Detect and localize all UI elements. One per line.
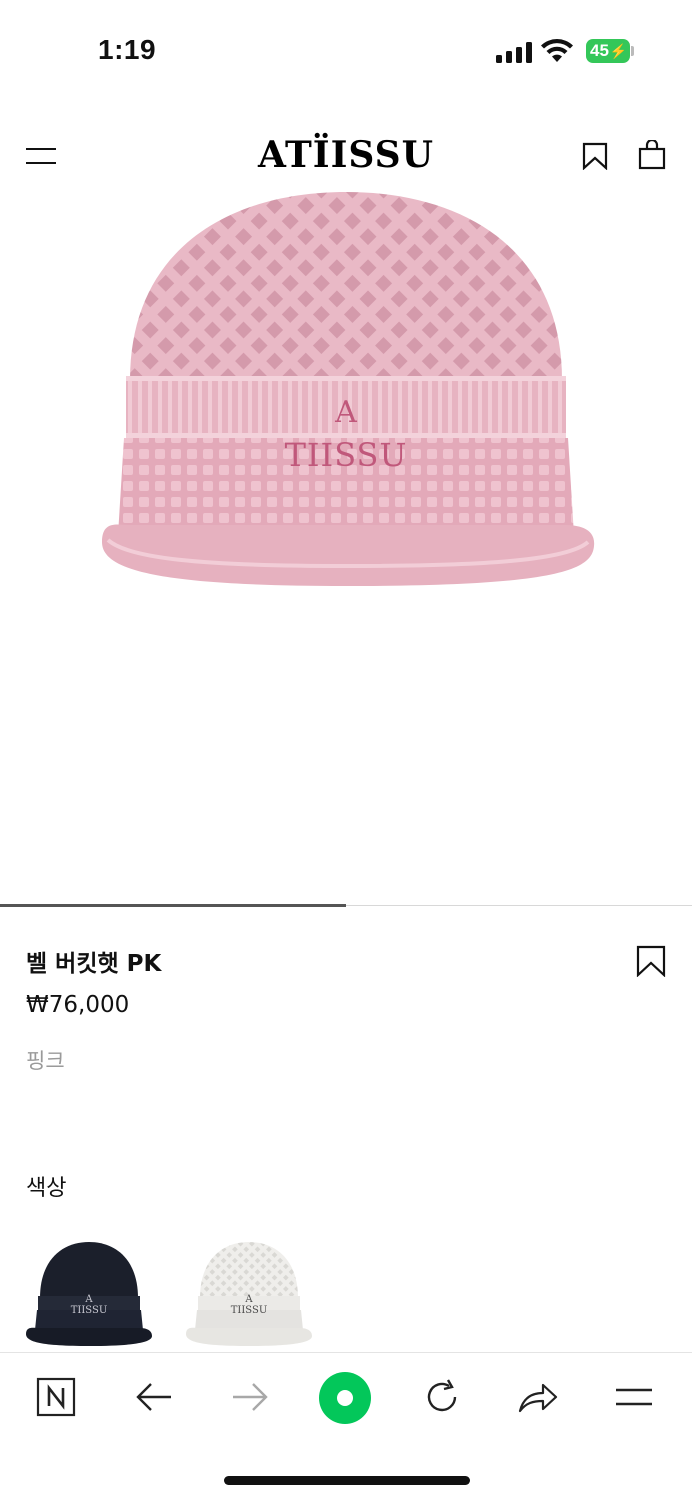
home-indicator <box>224 1476 470 1485</box>
embroidered-logo-line1: A <box>334 395 357 430</box>
product-name: 벨 버킷햇 PK <box>26 951 162 977</box>
embroidered-logo-line2: TIISSU <box>285 436 408 474</box>
menu-lines-icon[interactable] <box>612 1375 656 1419</box>
pink-bucket-hat-image: A TIISSU <box>102 192 595 586</box>
svg-text:A: A <box>244 1294 253 1305</box>
battery-level: 45 <box>590 41 609 60</box>
battery-indicator: 45 ⚡ <box>586 39 630 63</box>
product-price: ₩76,000 <box>26 992 130 1018</box>
navy-bucket-hat-thumbnail: A TIISSU <box>26 1242 152 1346</box>
charging-bolt-icon: ⚡ <box>609 42 628 59</box>
product-color-name: 핑크 <box>26 1049 65 1073</box>
back-arrow-icon[interactable] <box>132 1375 176 1419</box>
product-bookmark-icon[interactable] <box>636 945 666 977</box>
carousel-progress-fill <box>0 904 346 907</box>
svg-text:TIISSU: TIISSU <box>231 1305 268 1316</box>
green-dot-icon[interactable] <box>318 1371 372 1425</box>
color-swatch-navy[interactable]: A TIISSU <box>24 1238 154 1348</box>
naver-n-icon[interactable] <box>34 1375 78 1419</box>
forward-arrow-icon[interactable] <box>228 1375 272 1419</box>
status-bar: 1:19 45 ⚡ <box>0 0 692 100</box>
color-section-heading: 색상 <box>26 1176 67 1201</box>
bookmark-icon[interactable] <box>582 142 608 170</box>
cellular-signal-icon <box>496 41 532 63</box>
color-swatch-white[interactable]: A TIISSU <box>184 1238 314 1348</box>
share-icon[interactable] <box>516 1375 560 1419</box>
browser-bottom-toolbar <box>0 1352 692 1443</box>
svg-text:TIISSU: TIISSU <box>71 1305 108 1316</box>
shopping-bag-icon[interactable] <box>638 140 666 170</box>
white-bucket-hat-thumbnail: A TIISSU <box>186 1242 312 1346</box>
product-image-carousel[interactable]: A TIISSU <box>0 188 692 904</box>
wifi-icon <box>541 39 573 62</box>
site-header: ATÏISSU <box>0 120 692 190</box>
reload-icon[interactable] <box>420 1375 464 1419</box>
battery-cap <box>631 46 634 56</box>
status-time: 1:19 <box>98 34 157 65</box>
svg-text:A: A <box>84 1294 93 1305</box>
